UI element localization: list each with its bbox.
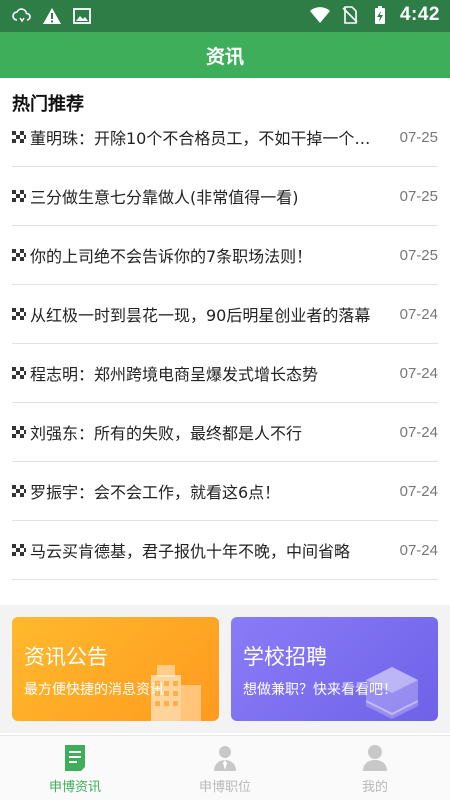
checkered-flag-icon	[12, 131, 26, 143]
user-icon	[363, 745, 387, 771]
checkered-flag-icon	[12, 190, 26, 202]
news-item[interactable]: 罗振宇：会不会工作，就看这6点！ 07-24	[12, 462, 438, 521]
news-title: 马云买肯德基，君子报仇十年不晚，中间省略	[30, 542, 351, 561]
building-icon	[151, 665, 201, 721]
news-list[interactable]: 董明珠：开除10个不合格员工，不如干掉一个不合格的干部 07-25 三分做生意七…	[0, 108, 450, 605]
battery-charging-icon	[374, 6, 385, 24]
checkered-flag-icon	[12, 308, 26, 320]
news-date: 07-25	[399, 246, 438, 264]
card-title: 资讯公告	[24, 645, 108, 669]
news-item[interactable]: 董明珠：开除10个不合格员工，不如干掉一个不合格的干部 07-25	[12, 108, 438, 167]
news-date: 07-24	[399, 364, 438, 382]
news-item[interactable]: 程志明：郑州跨境电商呈爆发式增长态势 07-24	[12, 344, 438, 403]
tab-label: 申博资讯	[48, 780, 101, 795]
news-item[interactable]: 你的上司绝不会告诉你的7条职场法则！ 07-25	[12, 226, 438, 285]
news-announcement-card[interactable]: 资讯公告 最方便快捷的消息资讯	[12, 617, 219, 721]
news-title: 从红极一时到昙花一现，90后明星创业者的落幕	[30, 306, 371, 325]
tab-news[interactable]: 申博资讯	[0, 736, 150, 800]
news-item[interactable]: 三分做生意七分靠做人(非常值得一看) 07-25	[12, 167, 438, 226]
news-item[interactable]: 从红极一时到昙花一现，90后明星创业者的落幕 07-24	[12, 285, 438, 344]
bottom-tab-bar: 申博资讯 申博职位 我的	[0, 735, 450, 800]
no-sim-icon	[342, 6, 358, 24]
checkered-flag-icon	[12, 367, 26, 379]
checkered-flag-icon	[12, 426, 26, 438]
status-left-icons	[12, 6, 92, 26]
news-date: 07-24	[399, 423, 438, 441]
checkered-flag-icon	[12, 249, 26, 261]
news-item[interactable]: 刘强东：所有的失败，最终都是人不行 07-24	[12, 403, 438, 462]
feature-cards-area: 资讯公告 最方便快捷的消息资讯 学校招聘 想做兼职？快来看看吧！	[0, 605, 450, 733]
status-right-icons: 4:42	[309, 4, 440, 26]
status-bar: 4:42	[0, 0, 450, 32]
tab-jobs[interactable]: 申博职位	[150, 736, 300, 800]
cube-icon	[365, 667, 419, 719]
news-title: 三分做生意七分靠做人(非常值得一看)	[30, 188, 299, 207]
news-title: 董明珠：开除10个不合格员工，不如干掉一个不合格的干部	[30, 129, 375, 148]
news-date: 07-24	[399, 541, 438, 559]
news-item[interactable]: 马云买肯德基，君子报仇十年不晚，中间省略 07-24	[12, 521, 438, 580]
tab-label: 申博职位	[198, 780, 251, 795]
news-date: 07-24	[399, 482, 438, 500]
status-time: 4:42	[399, 4, 440, 25]
tab-mine[interactable]: 我的	[300, 736, 450, 800]
news-title: 程志明：郑州跨境电商呈爆发式增长态势	[30, 365, 319, 384]
wifi-icon	[309, 7, 330, 23]
news-title: 罗振宇：会不会工作，就看这6点！	[30, 483, 281, 502]
person-tie-icon	[214, 746, 236, 771]
cloud-sync-icon	[12, 8, 31, 23]
checkered-flag-icon	[12, 485, 26, 497]
news-title: 你的上司绝不会告诉你的7条职场法则！	[30, 247, 313, 266]
warning-icon	[43, 8, 61, 24]
tab-label: 我的	[361, 780, 388, 795]
checkered-flag-icon	[12, 544, 26, 556]
news-date: 07-25	[399, 128, 438, 146]
app-bar: 资讯	[0, 32, 450, 78]
page-title: 资讯	[205, 45, 244, 68]
school-recruitment-card[interactable]: 学校招聘 想做兼职？快来看看吧！	[231, 617, 438, 721]
image-icon	[73, 8, 91, 24]
news-document-icon	[65, 745, 85, 771]
news-date: 07-24	[399, 305, 438, 323]
card-title: 学校招聘	[243, 645, 327, 669]
news-title: 刘强东：所有的失败，最终都是人不行	[30, 424, 303, 443]
news-date: 07-25	[399, 187, 438, 205]
